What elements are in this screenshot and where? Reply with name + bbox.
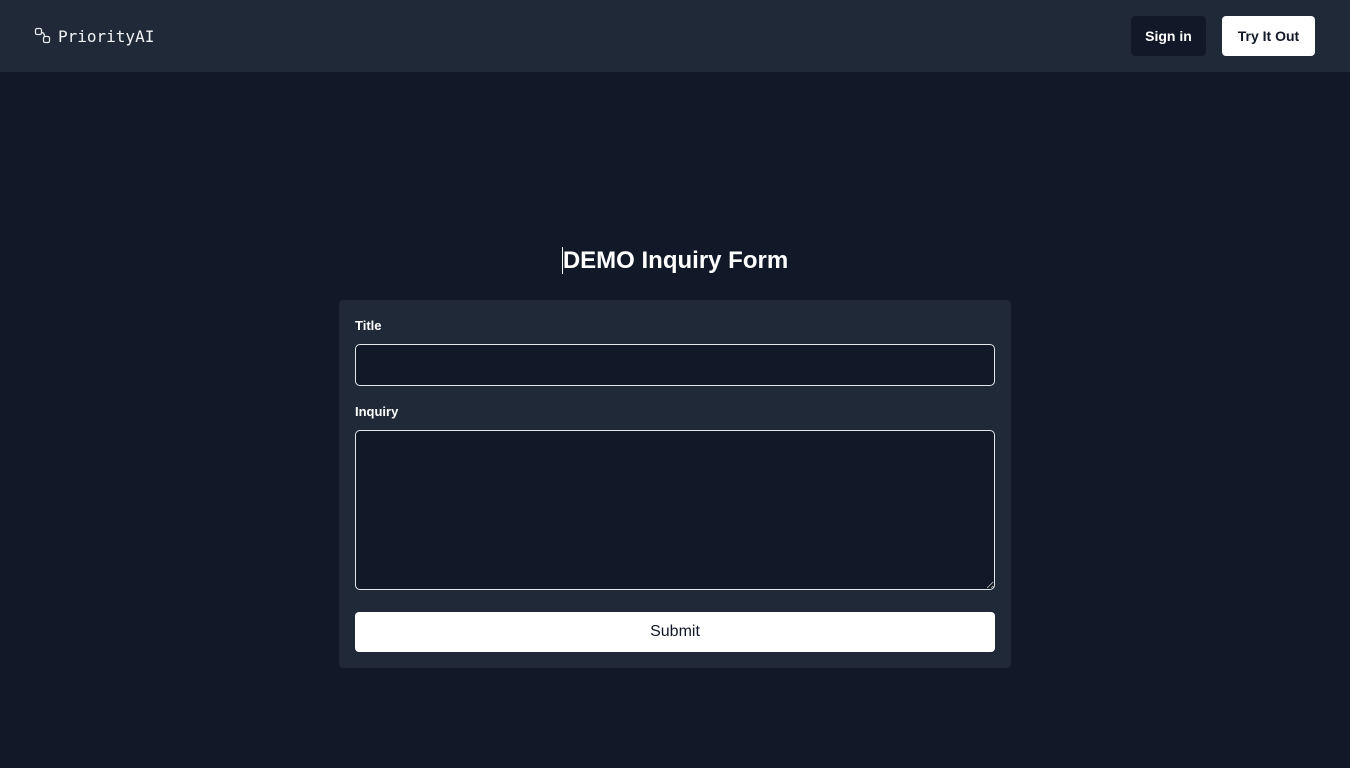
title-input[interactable] <box>355 344 995 386</box>
link-icon <box>34 27 52 45</box>
page-title-text: DEMO Inquiry Form <box>561 247 789 274</box>
top-navbar: PriorityAI Sign in Try It Out <box>0 0 1350 72</box>
sign-in-button[interactable]: Sign in <box>1131 16 1206 56</box>
brand-name: PriorityAI <box>58 26 155 46</box>
brand-logo[interactable]: PriorityAI <box>34 25 154 47</box>
inquiry-label: Inquiry <box>355 404 399 419</box>
inquiry-textarea[interactable] <box>355 430 995 590</box>
submit-button[interactable]: Submit <box>355 612 995 652</box>
inquiry-form: Title Inquiry Submit <box>339 300 1011 668</box>
try-it-out-button[interactable]: Try It Out <box>1222 16 1315 56</box>
page-title: DEMO Inquiry Form <box>0 244 1350 278</box>
title-label: Title <box>355 318 382 333</box>
